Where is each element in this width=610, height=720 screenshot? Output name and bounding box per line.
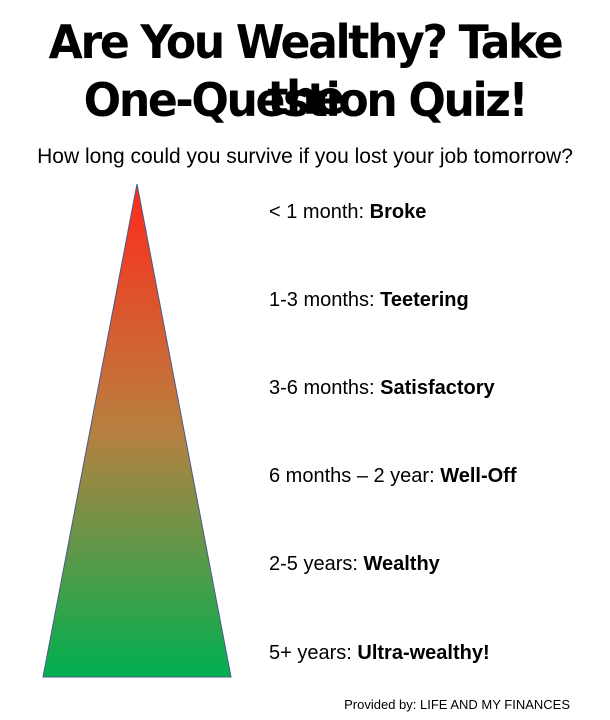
- tier-duration: 5+ years:: [269, 642, 358, 664]
- tier-teetering: 1-3 months: Teetering: [269, 287, 469, 313]
- wealth-pyramid: [42, 183, 232, 678]
- tier-level: Well-Off: [440, 465, 517, 487]
- tier-level: Wealthy: [363, 553, 440, 575]
- tier-level: Ultra-wealthy!: [357, 642, 490, 664]
- tier-duration: 2-5 years:: [269, 553, 364, 575]
- tier-satisfactory: 3-6 months: Satisfactory: [269, 375, 495, 401]
- tier-ultra-wealthy: 5+ years: Ultra-wealthy!: [269, 640, 490, 666]
- tier-duration: 6 months – 2 year:: [269, 465, 441, 487]
- tier-level: Satisfactory: [380, 377, 495, 399]
- page-title-line-2: One-Question Quiz!: [83, 73, 529, 127]
- tier-wealthy: 2-5 years: Wealthy: [269, 551, 440, 577]
- tier-broke: < 1 month: Broke: [269, 199, 426, 225]
- tier-level: Teetering: [380, 289, 469, 311]
- tier-duration: 1-3 months:: [269, 289, 381, 311]
- tier-duration: < 1 month:: [269, 201, 370, 223]
- tier-well-off: 6 months – 2 year: Well-Off: [269, 463, 517, 489]
- tier-duration: 3-6 months:: [269, 377, 381, 399]
- footer-credit: Provided by: LIFE AND MY FINANCES: [344, 697, 570, 712]
- pyramid-triangle: [42, 183, 232, 678]
- quiz-question: How long could you survive if you lost y…: [37, 145, 573, 168]
- tier-level: Broke: [369, 201, 427, 223]
